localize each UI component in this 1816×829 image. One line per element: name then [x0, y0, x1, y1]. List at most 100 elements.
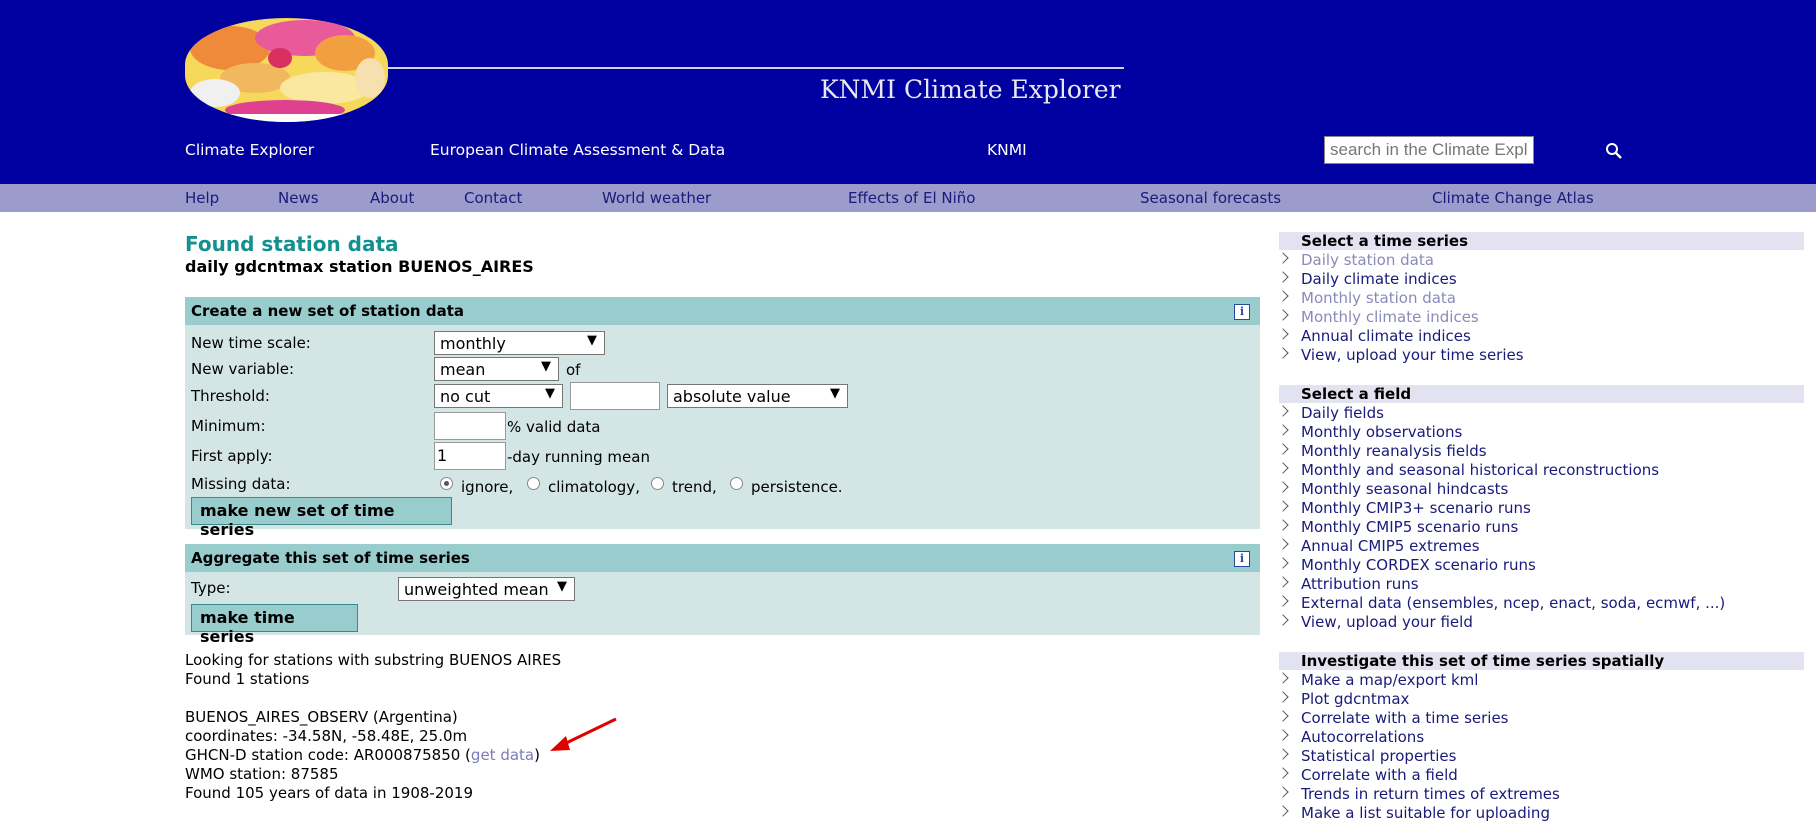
item-label: Monthly observations — [1301, 423, 1463, 441]
item-label: Daily station data — [1301, 251, 1434, 269]
chevron-right-icon — [1277, 691, 1289, 703]
threshold-cut-value: no cut — [440, 387, 491, 406]
red-arrow-annotation — [550, 717, 617, 751]
station-coordinates: coordinates: -34.58N, -58.48E, 25.0m — [185, 727, 468, 745]
get-data-link[interactable]: get data — [471, 746, 534, 764]
chevron-right-icon — [1277, 786, 1289, 798]
header-link-eca[interactable]: European Climate Assessment & Data — [430, 141, 725, 159]
search-input[interactable] — [1324, 136, 1534, 164]
chevron-right-icon — [1277, 500, 1289, 512]
panel-header: Create a new set of station data i — [185, 297, 1260, 325]
chevron-right-icon — [1277, 595, 1289, 607]
variable-label: New variable: — [191, 360, 295, 378]
threshold-mode-value: absolute value — [673, 387, 791, 406]
chevron-right-icon — [1277, 462, 1289, 474]
threshold-mode-select[interactable]: absolute value ▼ — [667, 384, 848, 408]
time-scale-value: monthly — [440, 334, 506, 353]
dropdown-arrow-icon: ▼ — [830, 386, 840, 401]
item-label: Autocorrelations — [1301, 728, 1425, 746]
nav-news[interactable]: News — [278, 189, 319, 207]
heading-text: Investigate this set of time series spat… — [1301, 652, 1665, 670]
item-label: Monthly climate indices — [1301, 308, 1479, 326]
item-label: Monthly CORDEX scenario runs — [1301, 556, 1536, 574]
chevron-right-icon — [1277, 481, 1289, 493]
chevron-right-icon — [1277, 557, 1289, 569]
chevron-right-icon — [1277, 328, 1289, 340]
minimum-input[interactable] — [434, 412, 506, 440]
radio-persistence[interactable] — [730, 477, 743, 490]
item-label: Correlate with a field — [1301, 766, 1458, 784]
dropdown-arrow-icon: ▼ — [545, 386, 555, 401]
missing-data-label: Missing data: — [191, 475, 291, 493]
first-apply-label: First apply: — [191, 447, 273, 465]
time-scale-select[interactable]: monthly ▼ — [434, 331, 605, 355]
aggregate-type-select[interactable]: unweighted mean ▼ — [398, 577, 575, 601]
nav-seasonal-forecasts[interactable]: Seasonal forecasts — [1140, 189, 1281, 207]
dropdown-arrow-icon: ▼ — [587, 333, 597, 348]
variable-suffix: of — [566, 361, 581, 379]
chevron-right-icon — [1277, 672, 1289, 684]
station-code-close: ) — [534, 746, 540, 764]
knmi-globe-logo[interactable] — [185, 18, 388, 122]
item-label: Monthly reanalysis fields — [1301, 442, 1487, 460]
station-code-line: GHCN-D station code: AR000875850 (get da… — [185, 746, 540, 764]
minimum-suffix: % valid data — [507, 418, 601, 436]
info-icon[interactable]: i — [1234, 304, 1250, 320]
item-label: Annual CMIP5 extremes — [1301, 537, 1480, 555]
search-summary: Looking for stations with substring BUEN… — [185, 651, 562, 669]
radio-persistence-label: persistence. — [751, 478, 843, 496]
item-label: View, upload your field — [1301, 613, 1473, 631]
page-title: Found station data — [185, 232, 399, 256]
variable-value: mean — [440, 360, 486, 379]
dropdown-arrow-icon: ▼ — [557, 579, 567, 594]
panel-title: Create a new set of station data — [191, 302, 464, 320]
first-apply-suffix: -day running mean — [507, 448, 650, 466]
make-time-series-button[interactable]: make time series — [191, 604, 358, 646]
make-new-set-button[interactable]: make new set of time series — [191, 497, 452, 539]
nav-about[interactable]: About — [370, 189, 414, 207]
nav-world-weather[interactable]: World weather — [602, 189, 711, 207]
nav-climate-change-atlas[interactable]: Climate Change Atlas — [1432, 189, 1594, 207]
radio-trend[interactable] — [651, 477, 664, 490]
item-label: Monthly station data — [1301, 289, 1457, 307]
chevron-right-icon — [1277, 424, 1289, 436]
chevron-right-icon — [1277, 710, 1289, 722]
sidebar-heading-field: Select a field — [1279, 385, 1804, 403]
threshold-label: Threshold: — [191, 387, 270, 405]
time-scale-label: New time scale: — [191, 334, 311, 352]
chevron-right-icon — [1277, 519, 1289, 531]
first-apply-input[interactable]: 1 — [434, 442, 506, 470]
chevron-right-icon — [1277, 805, 1289, 817]
chevron-right-icon — [1277, 729, 1289, 741]
chevron-right-icon — [1277, 443, 1289, 455]
nav-contact[interactable]: Contact — [464, 189, 522, 207]
item-label: External data (ensembles, ncep, enact, s… — [1301, 594, 1726, 612]
header-link-climate-explorer[interactable]: Climate Explorer — [185, 141, 314, 159]
page-subtitle: daily gdcntmax station BUENOS_AIRES — [185, 257, 534, 276]
item-label: Make a map/export kml — [1301, 671, 1479, 689]
chevron-right-icon — [1277, 309, 1289, 321]
nav-help[interactable]: Help — [185, 189, 219, 207]
sidebar-heading-investigate: Investigate this set of time series spat… — [1279, 652, 1804, 670]
chevron-right-icon — [1277, 405, 1289, 417]
chevron-right-icon — [1277, 614, 1289, 626]
found-count: Found 1 stations — [185, 670, 310, 688]
item-label: Monthly CMIP5 scenario runs — [1301, 518, 1519, 536]
chevron-right-icon — [1277, 347, 1289, 359]
info-icon[interactable]: i — [1234, 551, 1250, 567]
radio-ignore[interactable] — [440, 477, 453, 490]
threshold-value-input[interactable] — [570, 382, 660, 410]
site-header: KNMI Climate Explorer Climate Explorer E… — [0, 0, 1816, 184]
heading-text: Select a field — [1301, 385, 1412, 403]
item-label: Monthly CMIP3+ scenario runs — [1301, 499, 1531, 517]
radio-climatology[interactable] — [527, 477, 540, 490]
header-link-knmi[interactable]: KNMI — [987, 141, 1027, 159]
minimum-label: Minimum: — [191, 417, 266, 435]
item-label: Statistical properties — [1301, 747, 1457, 765]
search-icon[interactable] — [1605, 142, 1623, 160]
variable-select[interactable]: mean ▼ — [434, 357, 559, 381]
item-label: Correlate with a time series — [1301, 709, 1509, 727]
threshold-cut-select[interactable]: no cut ▼ — [434, 384, 563, 408]
item-label: Plot gdcntmax — [1301, 690, 1410, 708]
nav-el-nino[interactable]: Effects of El Niño — [848, 189, 975, 207]
